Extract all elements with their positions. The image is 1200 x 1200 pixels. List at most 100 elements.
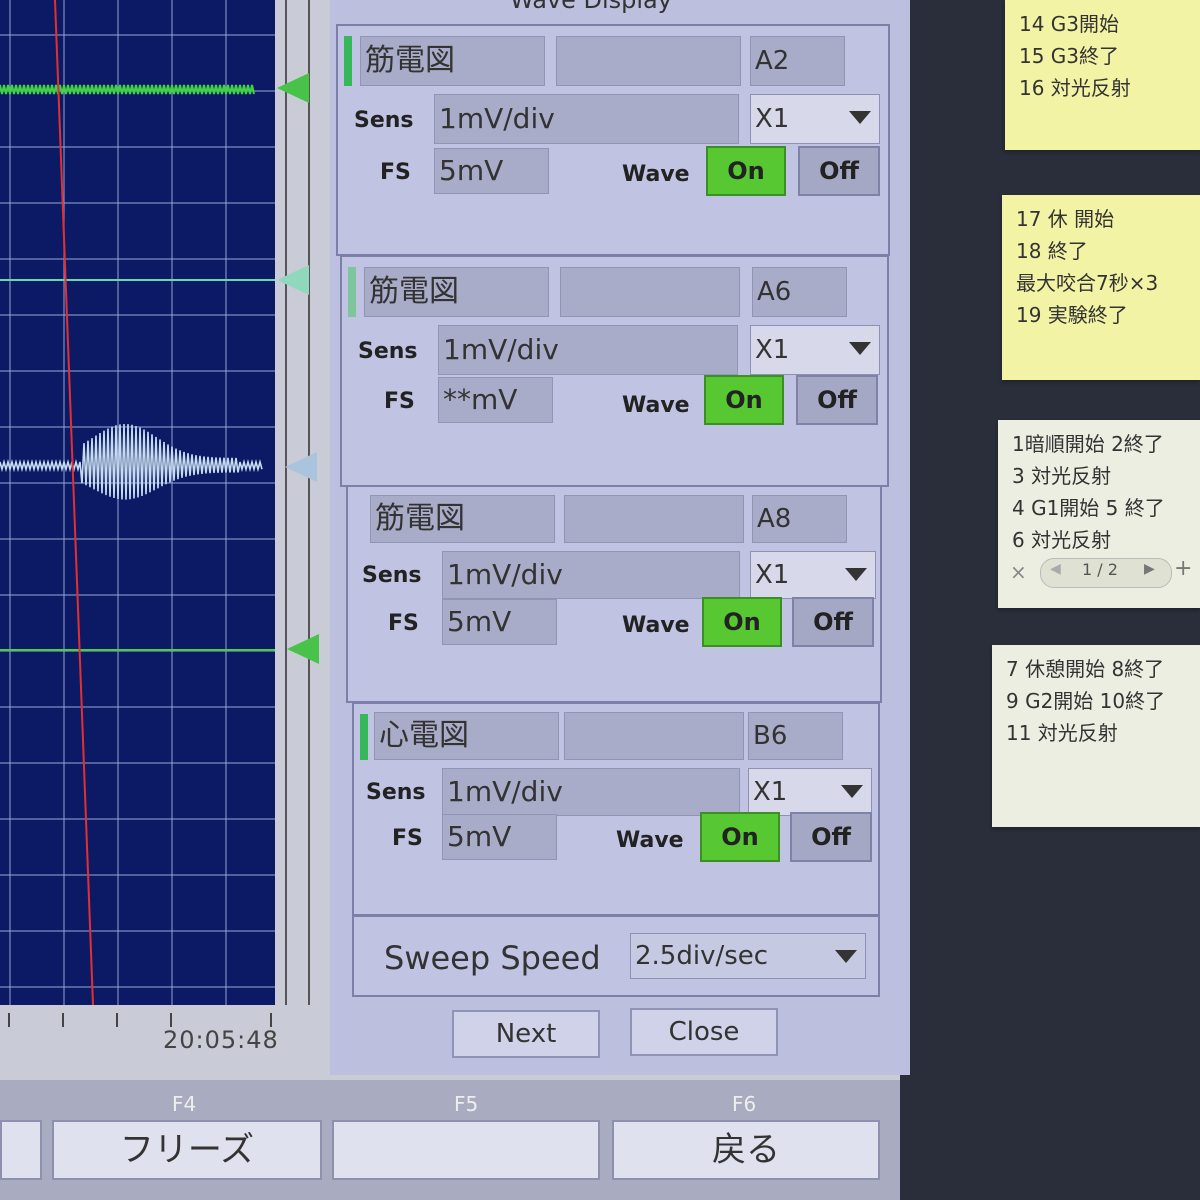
channel-color-indicator (344, 36, 352, 86)
monitor-app: 20:05:48 Wave Display 筋電図 A2 Sens 1mV/di… (0, 0, 910, 1200)
fs-label: FS (380, 160, 411, 185)
wave-off-button[interactable]: Off (798, 146, 880, 196)
f6-key-label: F6 (732, 1092, 757, 1116)
wave-label: Wave (616, 828, 684, 853)
fs-field[interactable]: 5mV (442, 814, 557, 860)
f5-key-label: F5 (454, 1092, 479, 1116)
page-indicator: 1 / 2 (1082, 560, 1118, 579)
channel-marker-column (275, 0, 330, 1005)
sens-field[interactable]: 1mV/div (438, 325, 738, 375)
note-line: 17 休 開始 (1016, 207, 1115, 231)
chevron-down-icon[interactable] (841, 785, 863, 798)
sweep-speed-select[interactable]: 2.5div/sec (630, 933, 866, 979)
note-line: 6 対光反射 (1012, 528, 1112, 552)
sens-label: Sens (362, 563, 422, 588)
time-tick (8, 1013, 10, 1027)
wave-display-dialog: Wave Display 筋電図 A2 Sens 1mV/div X1 FS 5… (330, 0, 910, 1075)
chevron-left-icon[interactable]: ◀ (1050, 561, 1061, 577)
sticky-note[interactable]: 14 G3開始 15 G3終了 16 対光反射 (1005, 0, 1200, 150)
sens-label: Sens (358, 339, 418, 364)
channel-comment-field[interactable] (560, 267, 740, 317)
channel-id-field[interactable]: A8 (752, 495, 847, 543)
sweep-speed-panel: Sweep Speed 2.5div/sec (352, 915, 880, 997)
close-icon[interactable]: × (1010, 560, 1027, 584)
wave-label: Wave (622, 613, 690, 638)
wave-on-button[interactable]: On (704, 375, 784, 425)
note-line: 1暗順開始 2終了 (1012, 432, 1164, 456)
note-body: 1暗順開始 2終了 3 対光反射 4 G1開始 5 終了 6 対光反射 (1012, 428, 1186, 552)
close-button[interactable]: Close (630, 1008, 778, 1056)
divider-line (308, 0, 310, 1005)
sens-field[interactable]: 1mV/div (442, 551, 740, 599)
channel-name-field[interactable]: 筋電図 (370, 495, 555, 543)
multiplier-select[interactable]: X1 (750, 325, 880, 375)
note-line: 4 G1開始 5 終了 (1012, 496, 1165, 520)
time-tick (170, 1013, 172, 1027)
sens-label: Sens (366, 780, 426, 805)
multiplier-value: X1 (753, 777, 788, 807)
chevron-right-icon[interactable]: ▶ (1144, 561, 1155, 577)
channel-comment-field[interactable] (564, 712, 744, 760)
fs-field[interactable]: **mV (438, 377, 553, 423)
sens-field[interactable]: 1mV/div (442, 768, 740, 816)
fs-field[interactable]: 5mV (442, 599, 557, 645)
multiplier-select[interactable]: X1 (750, 551, 876, 599)
sticky-note[interactable]: 7 休憩開始 8終了 9 G2開始 10終了 11 対光反射 (992, 645, 1200, 827)
sticky-note[interactable]: 17 休 開始 18 終了 最大咬合7秒×3 19 実験終了 (1002, 195, 1200, 380)
channel-marker-icon[interactable] (285, 452, 317, 482)
multiplier-value: X1 (755, 104, 790, 134)
note-line: 7 休憩開始 8終了 (1006, 657, 1165, 681)
wave-label: Wave (622, 393, 690, 418)
note-line: 16 対光反射 (1019, 76, 1131, 100)
wave-off-button[interactable]: Off (790, 812, 872, 862)
multiplier-select[interactable]: X1 (750, 94, 880, 144)
next-button[interactable]: Next (452, 1010, 600, 1058)
time-tick (62, 1013, 64, 1027)
channel-comment-field[interactable] (564, 495, 744, 543)
fs-field[interactable]: 5mV (434, 148, 549, 194)
f4-key-label: F4 (172, 1092, 197, 1116)
chevron-down-icon[interactable] (845, 568, 867, 581)
channel-id-field[interactable]: A2 (750, 36, 845, 86)
timestamp-label: 20:05:48 (163, 1026, 279, 1054)
note-line: 15 G3終了 (1019, 44, 1120, 68)
channel-comment-field[interactable] (556, 36, 741, 86)
wave-off-button[interactable]: Off (796, 375, 878, 425)
sens-field[interactable]: 1mV/div (434, 94, 739, 144)
channel-name-field[interactable]: 心電図 (374, 712, 559, 760)
chevron-down-icon[interactable] (835, 950, 857, 963)
channel-name-field[interactable]: 筋電図 (364, 267, 549, 317)
note-line: 19 実験終了 (1016, 303, 1128, 327)
function-button-partial[interactable] (0, 1120, 42, 1180)
channel-marker-icon[interactable] (277, 73, 309, 103)
channel-id-field[interactable]: B6 (748, 712, 843, 760)
sweep-speed-value: 2.5div/sec (635, 941, 769, 971)
time-tick (270, 1013, 272, 1027)
channel-id-field[interactable]: A6 (752, 267, 847, 317)
note-pager: × ◀ 1 / 2 ▶ + (1010, 556, 1192, 590)
time-tick (116, 1013, 118, 1027)
wave-on-button[interactable]: On (706, 146, 786, 196)
channel-name-field[interactable]: 筋電図 (360, 36, 545, 86)
waveform-screen (0, 0, 275, 1005)
f5-button[interactable] (332, 1120, 600, 1180)
channel-panel: 筋電図 A6 Sens 1mV/div X1 FS **mV Wave On O… (340, 255, 889, 487)
back-button[interactable]: 戻る (612, 1120, 880, 1180)
channel-marker-icon[interactable] (277, 265, 309, 295)
channel-panel: 筋電図 A8 Sens 1mV/div X1 FS 5mV Wave On Of… (346, 485, 882, 703)
wave-on-button[interactable]: On (700, 812, 780, 862)
freeze-button[interactable]: フリーズ (52, 1120, 322, 1180)
chevron-down-icon[interactable] (849, 342, 871, 355)
add-icon[interactable]: + (1174, 556, 1192, 581)
chevron-down-icon[interactable] (849, 111, 871, 124)
channel-panel: 筋電図 A2 Sens 1mV/div X1 FS 5mV Wave On Of… (336, 24, 890, 256)
channel-panel: 心電図 B6 Sens 1mV/div X1 FS 5mV Wave On Of… (352, 702, 880, 916)
channel-color-indicator (348, 267, 356, 317)
multiplier-select[interactable]: X1 (748, 768, 872, 816)
wave-off-button[interactable]: Off (792, 597, 874, 647)
multiplier-value: X1 (755, 335, 790, 365)
screen-background (0, 0, 275, 1005)
wave-on-button[interactable]: On (702, 597, 782, 647)
channel-marker-icon[interactable] (287, 634, 319, 664)
note-line: 9 G2開始 10終了 (1006, 689, 1166, 713)
